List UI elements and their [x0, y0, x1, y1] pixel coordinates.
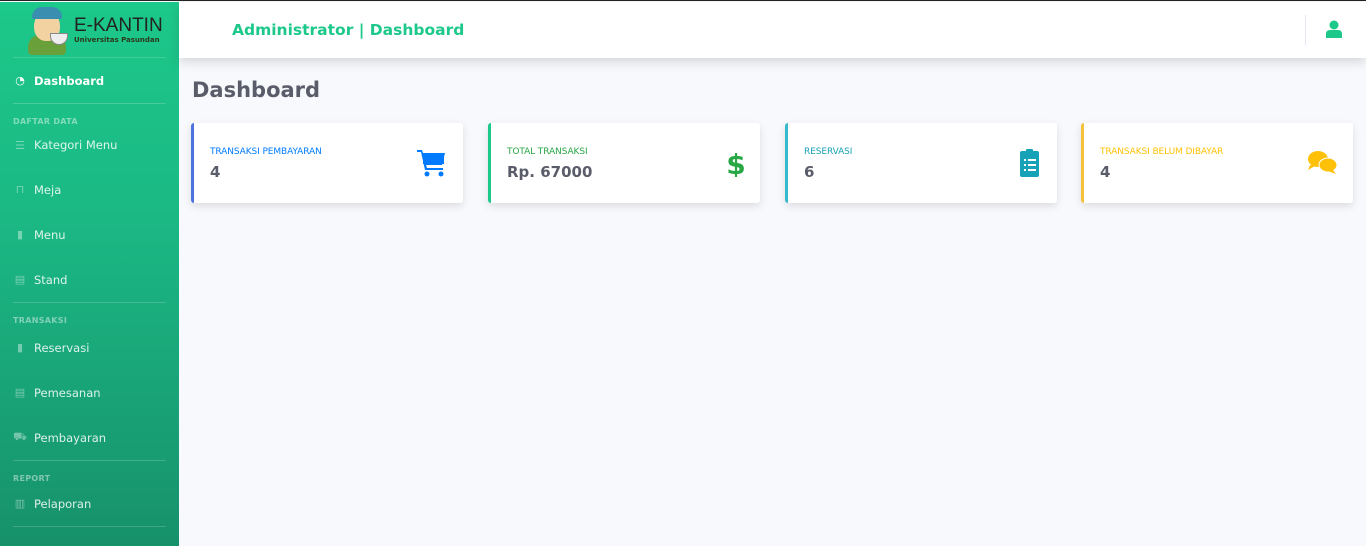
comments-icon — [1308, 151, 1337, 174]
sidebar-item-label: Kategori Menu — [34, 138, 118, 152]
cart-icon — [417, 150, 445, 177]
brand-logo[interactable]: E-KANTIN Universitas Pasundan — [13, 2, 166, 58]
sidebar-item-kategori-menu[interactable]: ☰ Kategori Menu — [0, 123, 179, 167]
card-label: Transaksi Belum Dibayar — [1100, 147, 1224, 157]
card-total-transaksi: Total Transaksi Rp. 67000 $ — [488, 123, 760, 203]
card-value: Rp. 67000 — [507, 163, 593, 181]
topbar-title: Administrator | Dashboard — [232, 21, 465, 39]
sidebar-item-label: Meja — [34, 182, 62, 197]
card-transaksi-belum-dibayar: Transaksi Belum Dibayar 4 — [1081, 123, 1353, 203]
card-value: 4 — [210, 163, 221, 181]
sidebar-item-label: Menu — [34, 227, 66, 242]
chair-icon: ⊓ — [15, 183, 25, 196]
card-reservasi: Reservasi 6 — [785, 123, 1057, 203]
topbar-divider — [1305, 15, 1306, 45]
sidebar-item-meja[interactable]: ⊓ Meja — [0, 167, 179, 212]
divider — [13, 526, 166, 527]
tachometer-icon: ◔ — [15, 74, 25, 87]
clipboard-check-icon: ▮ — [16, 341, 24, 354]
sidebar-item-label: Stand — [34, 272, 68, 287]
file-icon: ▤ — [14, 386, 26, 399]
brand-subtitle: Universitas Pasundan — [74, 35, 160, 44]
sidebar-item-label: Pelaporan — [34, 496, 92, 511]
user-icon[interactable] — [1326, 20, 1342, 38]
chart-bar-icon: ▥ — [14, 497, 26, 510]
sidebar-item-label: Dashboard — [34, 73, 105, 88]
sidebar-item-label: Pemesanan — [34, 385, 101, 400]
clipboard-icon: ▮ — [16, 228, 24, 241]
sidebar-item-stand[interactable]: ▤ Stand — [0, 257, 179, 302]
sidebar: E-KANTIN Universitas Pasundan ◔ Dashboard… — [0, 2, 179, 546]
sidebar-item-menu[interactable]: ▮ Menu — [0, 212, 179, 257]
card-label: Reservasi — [804, 147, 853, 157]
svg-text:$: $ — [726, 149, 744, 177]
mascot-logo — [24, 5, 72, 55]
sidebar-item-pelaporan[interactable]: ▥ Pelaporan — [0, 481, 179, 526]
sidebar-item-label: Reservasi — [34, 340, 90, 355]
card-label: Transaksi Pembayaran — [210, 147, 322, 157]
dollar-icon: $ — [726, 149, 744, 177]
card-label: Total Transaksi — [507, 147, 588, 157]
card-value: 6 — [804, 163, 815, 181]
sidebar-item-pembayaran[interactable]: ⛟ Pembayaran — [0, 415, 179, 460]
card-transaksi-pembayaran: Transaksi Pembayaran 4 — [191, 123, 463, 203]
card-value: 4 — [1100, 163, 1111, 181]
sidebar-item-reservasi[interactable]: ▮ Reservasi — [0, 325, 179, 370]
cart-icon: ⛟ — [13, 430, 27, 443]
page-title: Dashboard — [192, 78, 321, 102]
sidebar-item-dashboard[interactable]: ◔ Dashboard — [0, 58, 179, 103]
topbar: Administrator | Dashboard — [179, 2, 1366, 58]
clipboard-list-icon — [1020, 149, 1039, 177]
list-icon: ☰ — [15, 138, 25, 152]
brand-name: E-KANTIN — [74, 14, 163, 36]
sidebar-item-pemesanan[interactable]: ▤ Pemesanan — [0, 370, 179, 415]
sidebar-item-label: Pembayaran — [34, 430, 107, 445]
store-icon: ▤ — [14, 273, 26, 286]
